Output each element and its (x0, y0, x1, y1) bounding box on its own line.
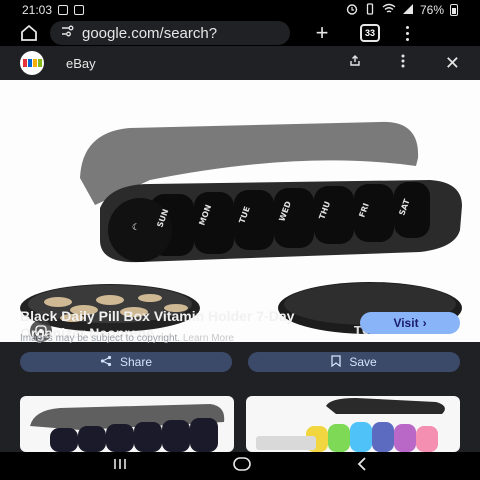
battery-level: 76% (419, 3, 444, 17)
share-options-icon[interactable] (349, 54, 361, 72)
action-row: Share Save (20, 352, 460, 372)
new-tab-icon[interactable]: + (310, 20, 334, 46)
copyright-notice: Images may be subject to copyright. Lear… (20, 333, 234, 344)
learn-more-link[interactable]: Learn More (183, 333, 234, 344)
tab-switcher-button[interactable]: 33 (360, 24, 380, 42)
share-button[interactable]: Share (20, 352, 232, 372)
more-options-icon[interactable] (401, 54, 405, 73)
product-image[interactable]: ☾ SUN MON TUE WED THU FRI SAT (0, 80, 480, 342)
copyright-text: Images may be subject to copyright. (20, 333, 181, 344)
source-header: eBay ✕ (0, 46, 480, 80)
chevron-right-icon: › (422, 316, 427, 330)
bookmark-icon (331, 354, 341, 370)
browser-toolbar: google.com/search? + 33 (0, 20, 480, 46)
related-image-thumbnail[interactable] (20, 396, 234, 452)
notification-icon (58, 5, 69, 15)
image-result-panel: eBay ✕ ☾ SUN MON TUE WED THU FRI SAT Bla… (0, 46, 480, 452)
wifi-icon (382, 3, 396, 18)
source-site-name[interactable]: eBay (66, 56, 96, 71)
close-icon[interactable]: ✕ (445, 53, 460, 74)
home-button-icon[interactable] (232, 456, 252, 477)
visit-button[interactable]: Visit › (360, 312, 460, 334)
status-time: 21:03 (22, 3, 53, 17)
alarm-icon (346, 3, 358, 18)
back-icon[interactable] (355, 456, 369, 477)
save-label: Save (349, 355, 377, 369)
signal-icon (402, 3, 414, 18)
browser-menu-icon[interactable] (406, 25, 409, 41)
recent-apps-icon[interactable] (111, 457, 129, 476)
related-image-thumbnail[interactable] (246, 396, 460, 452)
site-settings-icon[interactable] (60, 24, 74, 42)
url-text: google.com/search? (82, 24, 218, 42)
status-bar: 21:03 76% (0, 0, 480, 20)
visit-button-label: Visit (393, 316, 419, 330)
svg-text:☾: ☾ (132, 223, 140, 233)
address-bar[interactable]: google.com/search? (50, 21, 290, 45)
home-icon[interactable] (18, 22, 40, 44)
vibrate-icon (364, 2, 376, 18)
save-button[interactable]: Save (248, 352, 460, 372)
share-label: Share (119, 355, 153, 369)
share-icon (100, 355, 112, 370)
ebay-logo-icon (20, 51, 44, 75)
battery-icon (450, 4, 458, 16)
gallery-notification-icon (74, 5, 85, 15)
system-navigation-bar (0, 452, 480, 480)
